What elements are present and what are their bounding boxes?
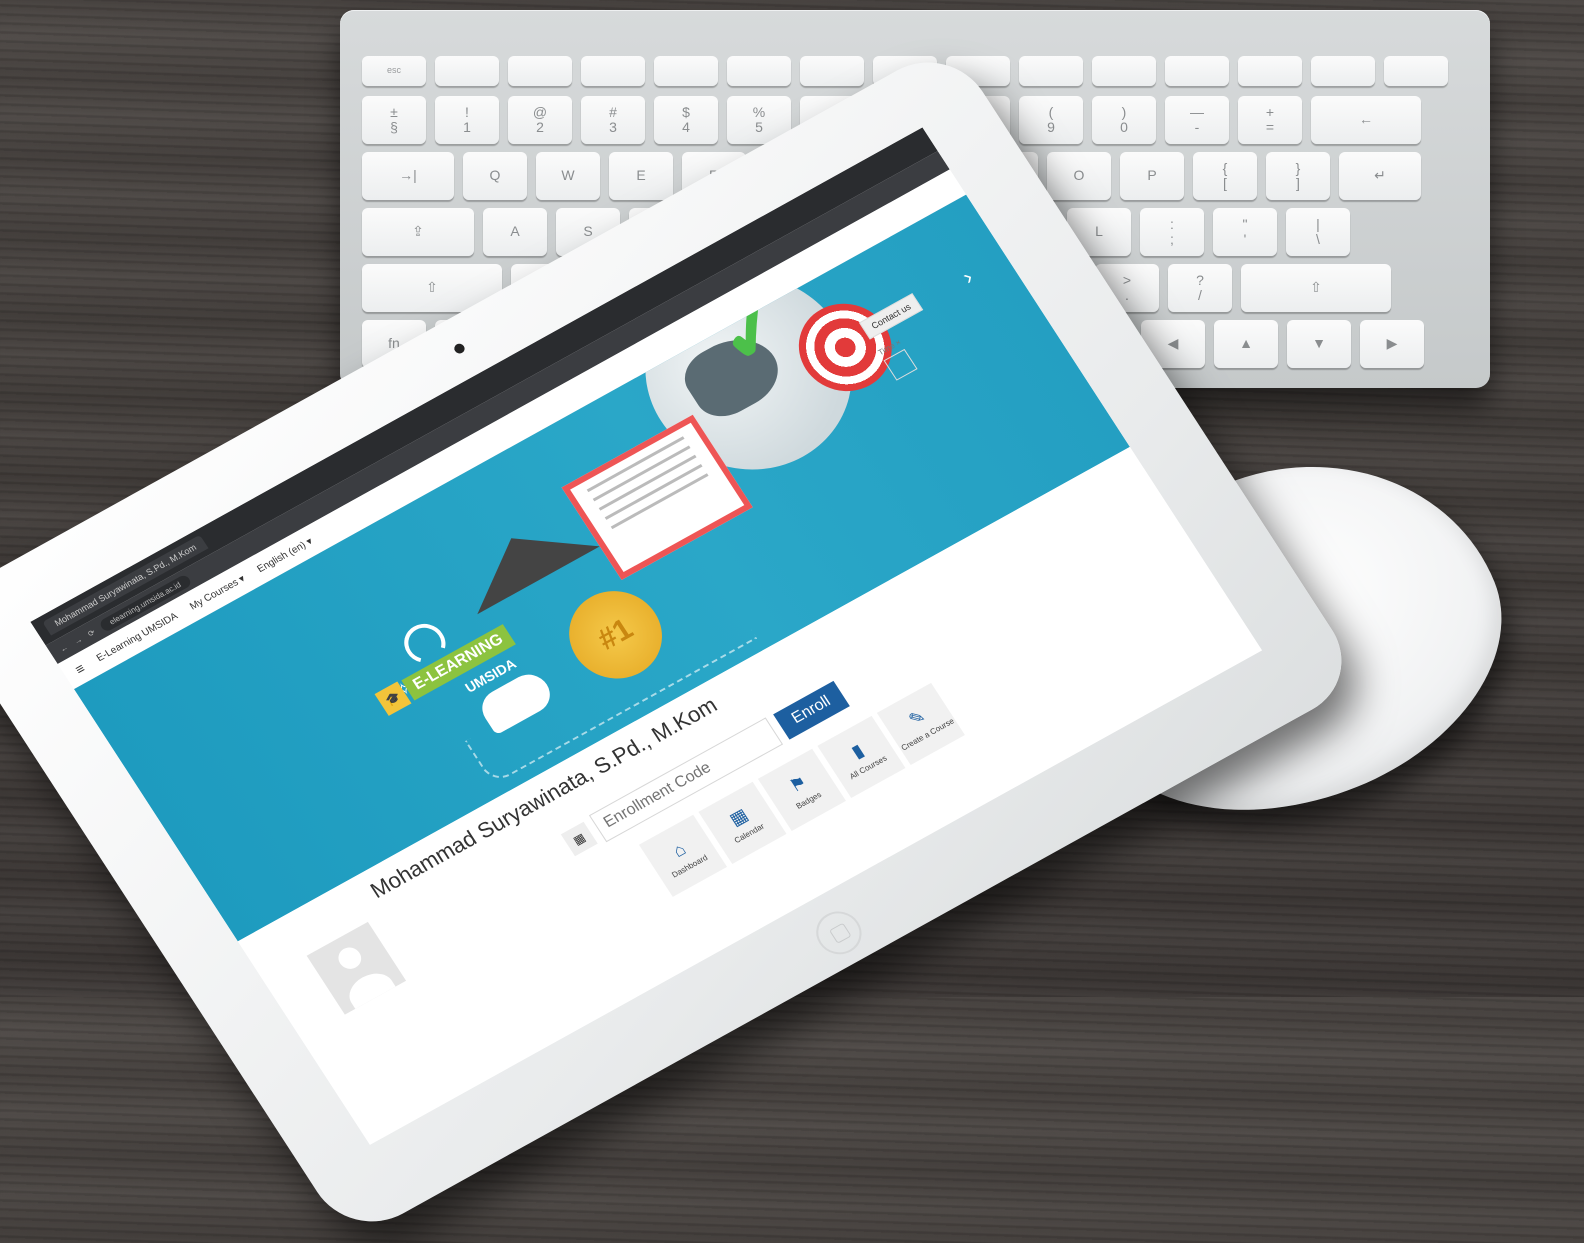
camera-icon (452, 341, 467, 356)
ipad-device: Mohammad Suryawinata, S.Pd., M.Kom ← → ⟳… (0, 41, 1365, 1243)
edit-icon: ✎ (905, 705, 930, 731)
menu-icon[interactable]: ≡ (72, 660, 88, 677)
shortcut-label: All Courses (847, 753, 889, 782)
tablet-screen: Mohammad Suryawinata, S.Pd., M.Kom ← → ⟳… (30, 127, 1263, 1145)
graduation-cap-icon (450, 504, 600, 615)
avatar (306, 921, 407, 1015)
bookmark-icon: ⚑ (785, 771, 811, 797)
shortcut-label: Dashboard (670, 853, 710, 880)
calendar-icon: ▦ (725, 804, 752, 830)
book-icon: ▮ (847, 740, 868, 762)
back-icon[interactable]: ← (58, 642, 70, 653)
qr-code-icon[interactable]: ▦ (560, 821, 598, 857)
home-button[interactable] (807, 903, 871, 963)
forward-icon[interactable]: → (72, 634, 84, 645)
home-icon: ⌂ (668, 838, 690, 861)
enroll-button[interactable]: Enroll (773, 680, 850, 740)
reload-icon[interactable]: ⟳ (86, 627, 97, 638)
